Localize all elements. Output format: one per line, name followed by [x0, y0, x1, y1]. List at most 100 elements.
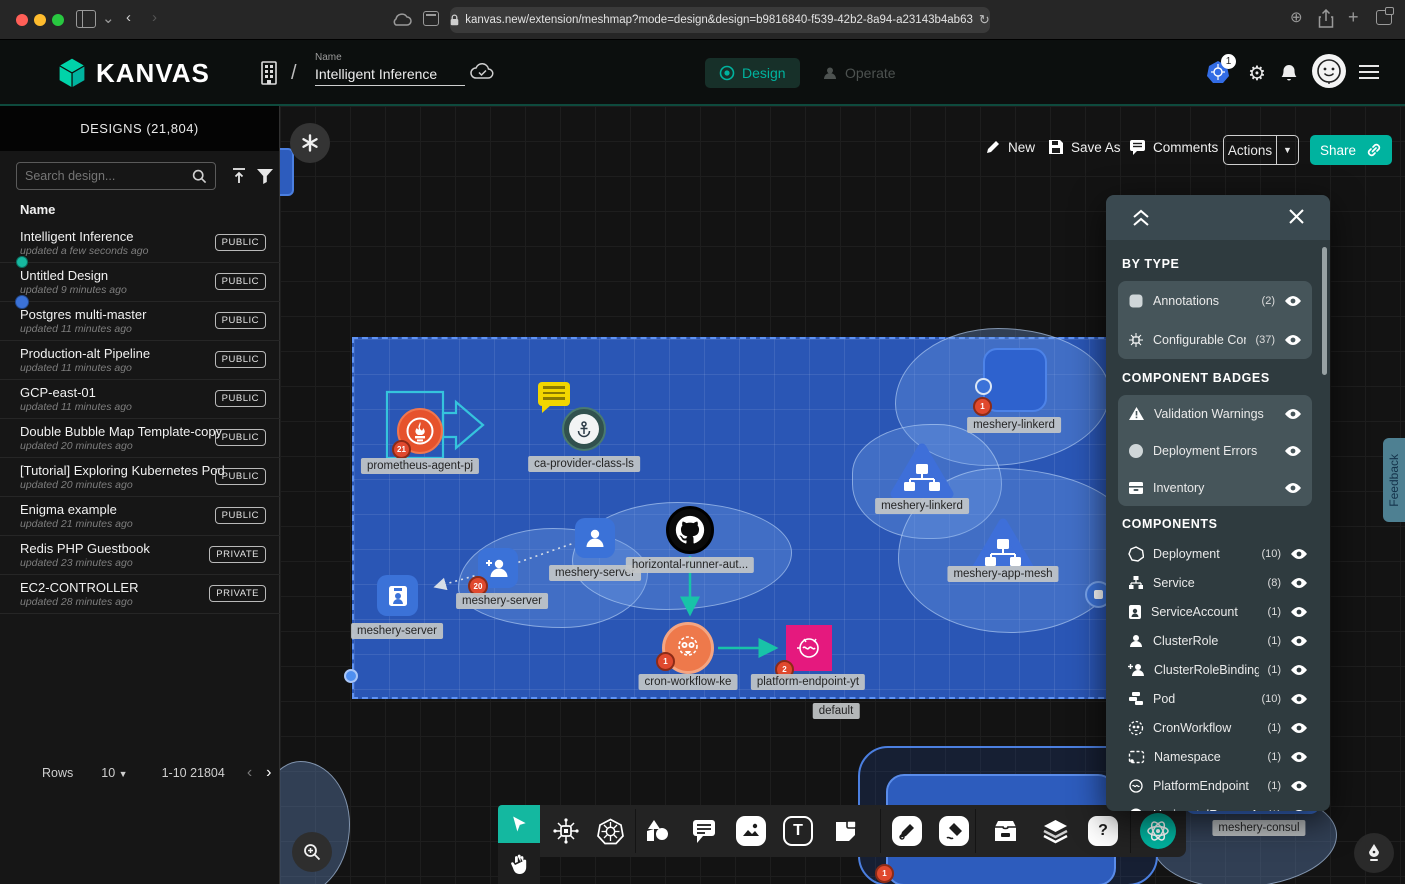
kubernetes-context-button[interactable]: 1: [1206, 60, 1236, 86]
visibility-eye-icon[interactable]: [1290, 548, 1308, 560]
design-row[interactable]: Untitled Design updated 9 minutes ago PU…: [0, 263, 280, 302]
visibility-eye-icon[interactable]: [1284, 295, 1302, 307]
downloads-icon[interactable]: ⊕: [1290, 8, 1303, 26]
component-row-service[interactable]: Service (8): [1118, 568, 1318, 597]
sidebar-toggle-icon[interactable]: [76, 10, 96, 28]
visibility-eye-icon[interactable]: [1290, 809, 1308, 812]
design-row[interactable]: GCP-east-01 updated 11 minutes ago PUBLI…: [0, 380, 280, 419]
new-tab-icon[interactable]: +: [1348, 7, 1359, 28]
visibility-eye-icon[interactable]: [1290, 780, 1308, 792]
node-linkerd-namespace[interactable]: [983, 348, 1047, 412]
visibility-eye-icon[interactable]: [1284, 334, 1302, 346]
search-input[interactable]: [25, 169, 192, 183]
component-row-horizontalrunnerautoscaler[interactable]: HorizontalRunnerAutosc (1): [1118, 800, 1318, 811]
close-icon[interactable]: [1288, 208, 1305, 225]
reload-icon[interactable]: ↻: [979, 12, 990, 28]
component-row-cronworkflow[interactable]: CronWorkflow (1): [1118, 713, 1318, 742]
reader-icon[interactable]: [423, 11, 439, 26]
help-tool[interactable]: ?: [1086, 814, 1120, 848]
filter-icon[interactable]: [256, 167, 274, 185]
components-tool[interactable]: [549, 814, 583, 848]
design-row[interactable]: [Tutorial] Exploring Kubernetes Pod upda…: [0, 458, 280, 497]
component-row-deployment[interactable]: Deployment (10): [1118, 539, 1318, 568]
feedback-tab[interactable]: Feedback: [1383, 438, 1405, 522]
design-row[interactable]: Enigma example updated 21 minutes ago PU…: [0, 497, 280, 536]
media-tool[interactable]: [734, 814, 768, 848]
component-row-pod[interactable]: Pod (10): [1118, 684, 1318, 713]
visibility-eye-icon[interactable]: [1290, 751, 1308, 763]
visibility-eye-icon[interactable]: [1284, 482, 1302, 494]
prev-page-icon[interactable]: ‹: [247, 764, 252, 782]
organization-icon[interactable]: [258, 60, 280, 86]
visibility-eye-icon[interactable]: [1284, 408, 1302, 420]
note-tool[interactable]: [828, 814, 862, 848]
annotation-comment-icon[interactable]: [538, 382, 570, 406]
visibility-eye-icon[interactable]: [1290, 664, 1308, 676]
comments-button[interactable]: Comments: [1129, 139, 1218, 155]
tab-operate[interactable]: Operate: [808, 58, 910, 88]
chevron-down-icon[interactable]: ⌄: [102, 9, 115, 27]
node-github-runner[interactable]: [666, 506, 714, 554]
component-row-serviceaccount[interactable]: ServiceAccount (1): [1118, 597, 1318, 626]
freehand-tool[interactable]: [937, 814, 971, 848]
collapse-all-icon[interactable]: [1132, 208, 1150, 227]
next-page-icon[interactable]: ›: [266, 764, 271, 782]
url-bar[interactable]: kanvas.new/extension/meshmap?mode=design…: [450, 7, 990, 33]
selection-handle[interactable]: [344, 669, 358, 683]
import-design-icon[interactable]: [230, 167, 248, 185]
visibility-eye-icon[interactable]: [1290, 722, 1308, 734]
design-row[interactable]: Production-alt Pipeline updated 11 minut…: [0, 341, 280, 380]
component-row-namespace[interactable]: Namespace (1): [1118, 742, 1318, 771]
component-row-clusterrolebinding[interactable]: ClusterRoleBinding (1): [1118, 655, 1318, 684]
badge-row-validation[interactable]: Validation Warnings: [1118, 395, 1312, 432]
select-tool-active[interactable]: [498, 805, 540, 843]
design-row[interactable]: EC2-CONTROLLER updated 28 minutes ago PR…: [0, 575, 280, 614]
text-tool[interactable]: T: [781, 814, 815, 848]
visibility-eye-icon[interactable]: [1284, 445, 1302, 457]
quick-actions-button[interactable]: [290, 123, 330, 163]
visibility-eye-icon[interactable]: [1290, 577, 1308, 589]
component-row-platformendpoint[interactable]: PlatformEndpoint (1): [1118, 771, 1318, 800]
shapes-tool[interactable]: [641, 814, 675, 848]
archive-tool[interactable]: [988, 814, 1022, 848]
design-row[interactable]: Double Bubble Map Template-copy updated …: [0, 419, 280, 458]
rows-per-page-select[interactable]: 10 ▼: [101, 766, 127, 780]
design-name-input[interactable]: [315, 66, 465, 86]
user-avatar[interactable]: [1312, 54, 1346, 88]
new-button[interactable]: New: [985, 139, 1035, 155]
notifications-bell-icon[interactable]: [1280, 63, 1298, 83]
tab-overview-icon[interactable]: [1376, 10, 1392, 25]
settings-gear-icon[interactable]: ⚙: [1248, 61, 1266, 86]
close-window-button[interactable]: [16, 14, 28, 26]
component-row-clusterrole[interactable]: ClusterRole (1): [1118, 626, 1318, 655]
back-icon[interactable]: ‹: [126, 9, 131, 26]
badge-row-errors[interactable]: Deployment Errors: [1118, 432, 1312, 469]
share-button[interactable]: Share: [1310, 135, 1392, 165]
pen-tool[interactable]: [890, 814, 924, 848]
node-ca-provider[interactable]: [562, 407, 606, 451]
design-row[interactable]: Postgres multi-master updated 11 minutes…: [0, 302, 280, 341]
node-linkerd-service[interactable]: [890, 442, 954, 500]
actions-split-button[interactable]: Actions ▼: [1223, 135, 1299, 165]
actions-label[interactable]: Actions: [1224, 143, 1276, 158]
panel-scrollbar-thumb[interactable]: [1322, 247, 1327, 375]
pan-tool[interactable]: [498, 843, 540, 884]
share-icon[interactable]: [1318, 9, 1334, 29]
annotation-pen-button[interactable]: [1354, 833, 1394, 873]
comment-tool[interactable]: [687, 814, 721, 848]
icloud-icon[interactable]: [390, 12, 412, 28]
actions-caret-icon[interactable]: ▼: [1276, 136, 1298, 164]
badge-row-inventory[interactable]: Inventory: [1118, 469, 1312, 506]
design-row[interactable]: Redis PHP Guestbook updated 23 minutes a…: [0, 536, 280, 575]
visibility-eye-icon[interactable]: [1290, 693, 1308, 705]
zoom-button[interactable]: [292, 832, 332, 872]
node-shape[interactable]: [280, 148, 294, 196]
visibility-eye-icon[interactable]: [1290, 606, 1308, 618]
node-cluster-role[interactable]: [575, 518, 615, 558]
kubernetes-tool[interactable]: [593, 814, 627, 848]
layers-tool[interactable]: [1038, 814, 1072, 848]
node-service-account[interactable]: [377, 575, 418, 616]
visibility-eye-icon[interactable]: [1290, 635, 1308, 647]
meshery-tool[interactable]: [1140, 813, 1176, 849]
type-row-configurable[interactable]: Configurable Compon (37): [1118, 320, 1312, 359]
